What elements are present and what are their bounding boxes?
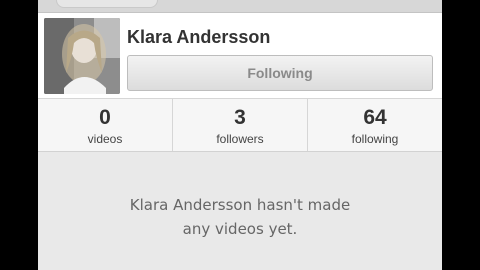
- top-bar-control[interactable]: [56, 0, 158, 8]
- following-button[interactable]: Following: [127, 55, 433, 91]
- stat-followers[interactable]: 3 followers: [172, 99, 307, 151]
- top-bar: [38, 0, 442, 13]
- stat-videos[interactable]: 0 videos: [38, 99, 172, 151]
- avatar-photo: [44, 18, 120, 94]
- stat-videos-count: 0: [99, 106, 111, 129]
- profile-header: Klara Andersson Following: [38, 13, 442, 98]
- stat-following-label: following: [351, 132, 399, 146]
- stat-following-count: 64: [363, 106, 387, 129]
- stat-following[interactable]: 64 following: [307, 99, 442, 151]
- empty-state-line-1: Klara Andersson hasn't made: [129, 196, 351, 214]
- stat-followers-count: 3: [234, 106, 246, 129]
- stat-followers-label: followers: [216, 132, 264, 146]
- profile-name: Klara Andersson: [127, 27, 271, 47]
- empty-state-line-2: any videos yet.: [182, 220, 298, 238]
- stat-videos-label: videos: [87, 132, 123, 146]
- avatar[interactable]: [44, 18, 120, 94]
- profile-screen: Klara Andersson Following 0 videos 3 fol…: [38, 0, 442, 270]
- profile-stats: 0 videos 3 followers 64 following: [38, 98, 442, 152]
- empty-state-message: Klara Andersson hasn't made any videos y…: [38, 193, 442, 241]
